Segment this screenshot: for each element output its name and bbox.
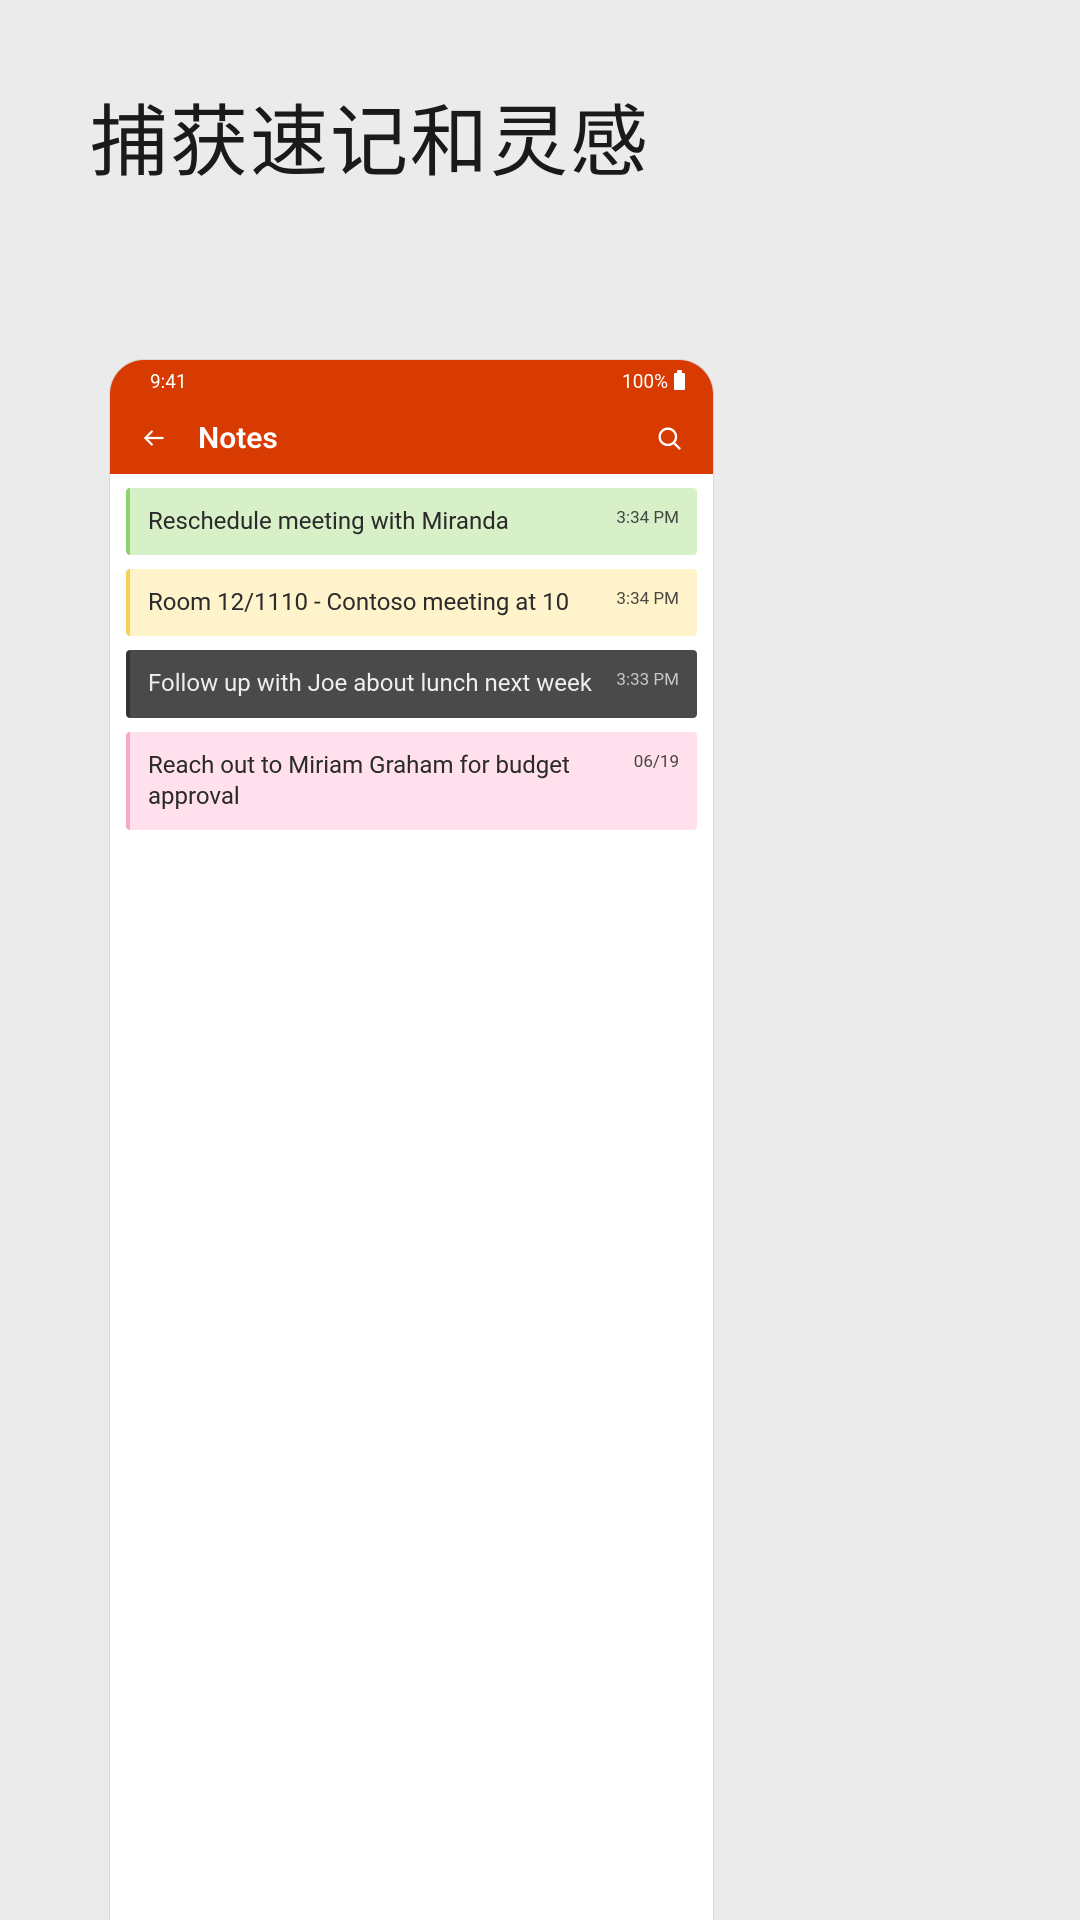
note-title: Reach out to Miriam Graham for budget ap… xyxy=(148,750,624,812)
note-title: Room 12/1110 - Contoso meeting at 10 xyxy=(148,587,606,618)
battery-icon xyxy=(674,373,685,390)
note-time: 06/19 xyxy=(634,750,679,772)
note-title: Follow up with Joe about lunch next week xyxy=(148,668,606,699)
note-card[interactable]: Follow up with Joe about lunch next week… xyxy=(126,650,697,717)
app-bar: Notes xyxy=(110,402,713,474)
note-time: 3:34 PM xyxy=(616,506,679,528)
note-time: 3:34 PM xyxy=(616,587,679,609)
status-battery-label: 100% xyxy=(622,370,668,393)
note-time: 3:33 PM xyxy=(616,668,679,690)
phone-frame: 9:41 100% Notes Reschedule meeting with … xyxy=(110,360,713,1920)
notes-list: Reschedule meeting with Miranda 3:34 PM … xyxy=(110,474,713,844)
note-title: Reschedule meeting with Miranda xyxy=(148,506,606,537)
back-icon[interactable] xyxy=(134,418,174,458)
status-bar: 9:41 100% xyxy=(110,360,713,402)
note-card[interactable]: Room 12/1110 - Contoso meeting at 10 3:3… xyxy=(126,569,697,636)
status-time: 9:41 xyxy=(150,370,187,393)
note-card[interactable]: Reschedule meeting with Miranda 3:34 PM xyxy=(126,488,697,555)
search-icon[interactable] xyxy=(649,418,689,458)
marketing-headline: 捕获速记和灵感 xyxy=(90,80,650,192)
page-title: Notes xyxy=(198,421,649,456)
note-card[interactable]: Reach out to Miriam Graham for budget ap… xyxy=(126,732,697,830)
